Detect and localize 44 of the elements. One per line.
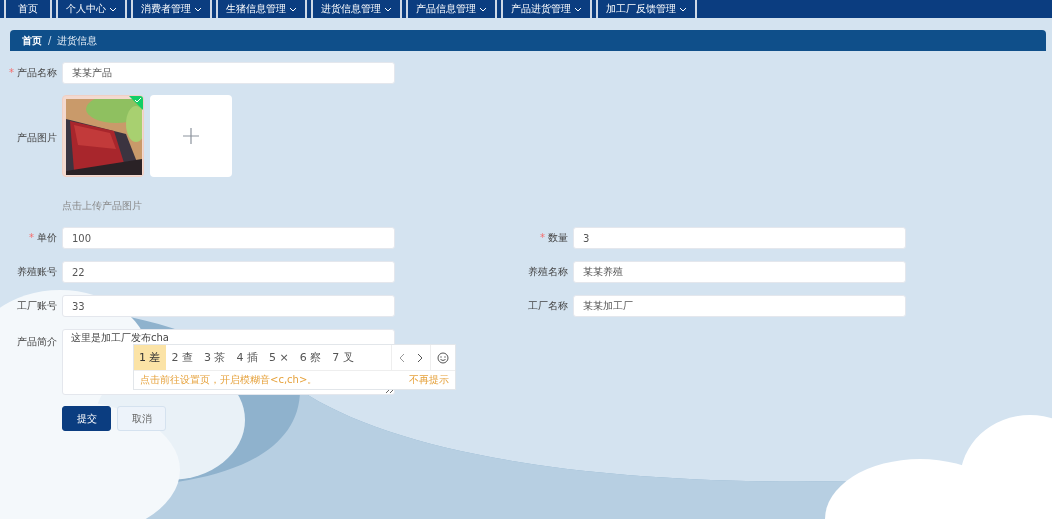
field-label: 产品图片 — [17, 132, 57, 143]
required-mark: * — [9, 67, 14, 78]
field-label: 产品名称 — [17, 67, 57, 78]
cancel-button[interactable]: 取消 — [117, 406, 166, 431]
ime-candidate[interactable]: 5 × — [264, 345, 294, 370]
text-field[interactable]: 某某产品 — [62, 62, 395, 84]
upload-hint: 点击上传产品图片 — [62, 199, 143, 213]
nav-menu-item[interactable]: 首页 — [4, 0, 52, 18]
field-label: 产品简介 — [17, 336, 57, 347]
nav-menu-item[interactable]: 进货信息管理 — [311, 0, 402, 18]
submit-button[interactable]: 提交 — [62, 406, 111, 431]
text-field[interactable]: 22 — [62, 261, 395, 283]
field-label: 工厂账号 — [17, 300, 57, 311]
required-mark: * — [29, 232, 34, 243]
ime-candidate[interactable]: 4 插 — [231, 345, 263, 370]
nav-menu-item[interactable]: 个人中心 — [56, 0, 127, 18]
field-label: 数量 — [548, 232, 568, 243]
text-field[interactable]: 某某加工厂 — [573, 295, 906, 317]
field-label: 养殖账号 — [17, 266, 57, 277]
emoji-icon — [437, 351, 449, 364]
ime-candidate[interactable]: 2 查 — [166, 345, 198, 370]
breadcrumb-item: 进货信息 — [57, 33, 98, 48]
nav-menu-item[interactable]: 加工厂反馈管理 — [596, 0, 697, 18]
text-field[interactable]: 3 — [573, 227, 906, 249]
field-label: 养殖名称 — [528, 266, 568, 277]
ime-candidate[interactable]: 6 察 — [294, 345, 327, 370]
nav-menu-item[interactable]: 产品进货管理 — [501, 0, 592, 18]
plus-icon — [183, 128, 199, 144]
breadcrumb-item[interactable]: 首页 — [22, 33, 42, 48]
next-icon — [417, 352, 423, 363]
text-field[interactable]: 某某养殖 — [573, 261, 906, 283]
ime-candidate[interactable]: 3 茶 — [199, 345, 231, 370]
text-field[interactable]: 33 — [62, 295, 395, 317]
ime-candidate[interactable]: 1 差 — [134, 345, 166, 370]
breadcrumb-separator: / — [48, 35, 52, 46]
field-label: 单价 — [37, 232, 57, 243]
nav-menu-item[interactable]: 消费者管理 — [131, 0, 212, 18]
previous-icon — [399, 352, 405, 363]
text-field[interactable]: 100 — [62, 227, 395, 249]
ime-candidate[interactable]: 7 叉 — [327, 345, 359, 370]
field-label: 工厂名称 — [528, 300, 568, 311]
nav-menu-item[interactable]: 产品信息管理 — [406, 0, 497, 18]
nav-menu-item[interactable]: 生猪信息管理 — [216, 0, 307, 18]
required-mark: * — [540, 232, 545, 243]
